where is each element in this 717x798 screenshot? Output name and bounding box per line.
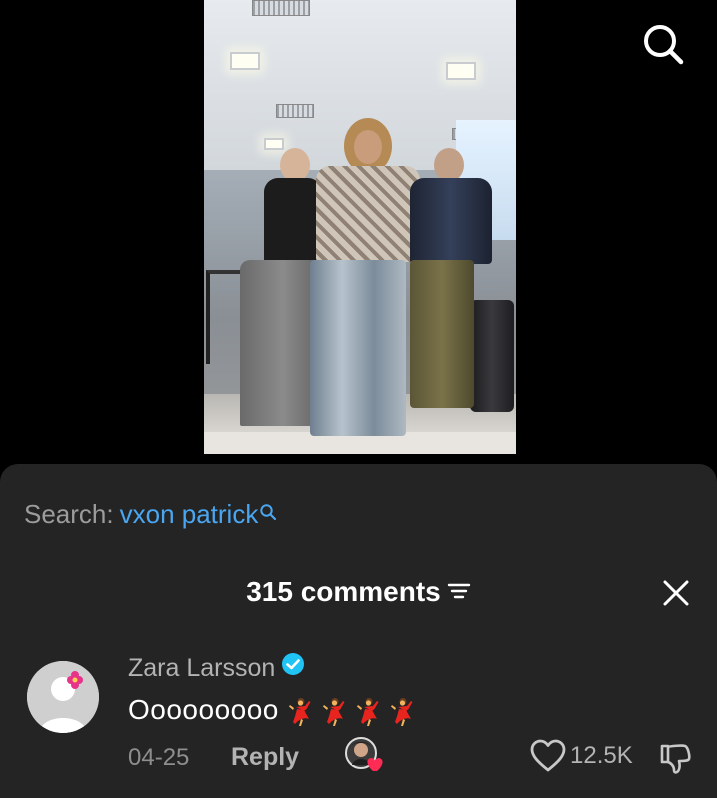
- dancer-emoji-icon: [288, 697, 311, 726]
- video-vent: [276, 104, 314, 118]
- comments-header: 315 comments: [0, 576, 717, 608]
- video-ceiling-light: [446, 62, 476, 80]
- video-person-jeans: [310, 260, 406, 436]
- small-search-icon[interactable]: [259, 497, 277, 528]
- close-icon[interactable]: [660, 577, 692, 609]
- like-count: 12.5K: [570, 742, 633, 769]
- search-icon-svg: [644, 25, 684, 65]
- dancer-emoji-icon: [322, 697, 345, 726]
- video-ceiling-light: [230, 52, 260, 70]
- app-screen: Search: vxon patrick 315 comments Zara L…: [0, 0, 717, 798]
- video-vent: [252, 0, 310, 16]
- username-text: Zara Larsson: [128, 654, 276, 682]
- video-player[interactable]: [204, 0, 516, 454]
- video-person-face: [354, 130, 382, 164]
- avatar[interactable]: [27, 661, 99, 733]
- comment-username[interactable]: Zara Larsson: [128, 652, 305, 683]
- creator-liked-badge: [344, 737, 386, 773]
- related-search-link[interactable]: vxon patrick: [120, 499, 259, 529]
- heart-outline-icon: [530, 739, 566, 772]
- comment-date: 04-25: [128, 744, 190, 771]
- comment-text-content: Ooooooooo: [128, 694, 279, 725]
- emoji-row: [279, 694, 415, 726]
- thumbs-down-icon[interactable]: [657, 741, 693, 777]
- related-search: Search: vxon patrick: [24, 499, 277, 530]
- dancer-emoji-icon: [356, 697, 379, 726]
- default-avatar-icon: [27, 661, 99, 733]
- video-person-head: [434, 148, 464, 182]
- video-person-head: [280, 148, 310, 182]
- dancer-emoji-icon: [390, 697, 413, 726]
- video-person-camo-pants: [410, 260, 474, 408]
- comment-text: Ooooooooo: [128, 694, 415, 727]
- comments-count: 315 comments: [246, 576, 441, 607]
- comments-sheet: Search: vxon patrick 315 comments Zara L…: [0, 464, 717, 798]
- reply-button[interactable]: Reply: [231, 743, 299, 772]
- related-search-prefix: Search:: [24, 499, 114, 529]
- filter-icon[interactable]: [447, 576, 471, 608]
- like-button[interactable]: 12.5K: [530, 739, 633, 773]
- video-person-right: [398, 148, 516, 418]
- verified-badge-icon: [281, 652, 305, 683]
- search-icon[interactable]: [640, 22, 686, 68]
- video-person-denim-jacket: [410, 178, 492, 264]
